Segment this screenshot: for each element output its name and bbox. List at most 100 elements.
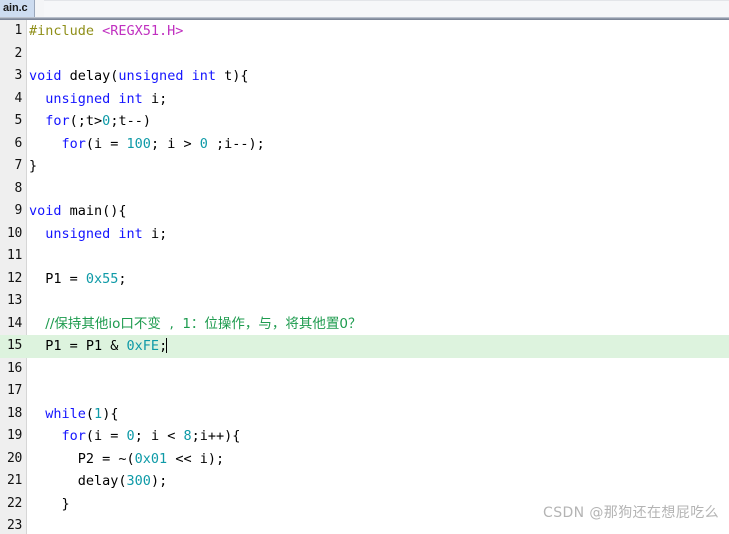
line-number: 14 bbox=[6, 315, 22, 331]
code-line[interactable]: 4 unsigned int i; bbox=[0, 88, 729, 111]
code-editor[interactable]: 1 #include <REGX51.H> 2 3 void delay(unsigne… bbox=[0, 20, 729, 534]
code-line[interactable]: 16 bbox=[0, 358, 729, 381]
code-token-num: 0x01 bbox=[134, 450, 168, 467]
csdn-watermark: CSDN @那狗还在想屁吃么 bbox=[543, 505, 719, 521]
line-source: //保持其他io口不变 , 1：位操作，与，将其他置0？ bbox=[29, 313, 362, 336]
code-token-plain: (i = bbox=[85, 428, 127, 444]
code-token-num: 0 bbox=[126, 428, 135, 444]
line-number: 19 bbox=[6, 428, 22, 443]
line-number: 12 bbox=[6, 270, 22, 286]
code-token-plain: ;i--); bbox=[207, 135, 265, 152]
code-token-plain: main(){ bbox=[69, 203, 127, 219]
line-source: for(;t>0;t--) bbox=[29, 110, 151, 133]
line-source: for(i = 0; i < 8;i++){ bbox=[29, 425, 241, 448]
code-line[interactable]: 9 void main(){ bbox=[0, 200, 729, 223]
line-source: void delay(unsigned int t){ bbox=[29, 65, 248, 88]
code-line[interactable]: 13 bbox=[0, 290, 729, 313]
code-line[interactable]: 21 delay(300); bbox=[0, 470, 729, 493]
line-source: unsigned int i; bbox=[29, 88, 167, 111]
code-token-plain: ;t--) bbox=[110, 113, 151, 129]
code-token-kw: unsigned int bbox=[118, 68, 225, 84]
code-token-plain: ; bbox=[118, 270, 127, 287]
line-number: 15 bbox=[6, 338, 22, 353]
line-number: 3 bbox=[14, 68, 22, 83]
code-token-num: 300 bbox=[126, 473, 151, 489]
code-token-num: 0 bbox=[199, 135, 208, 152]
code-line[interactable]: 12 P1 = 0x55; bbox=[0, 268, 729, 291]
line-number: 2 bbox=[14, 45, 22, 61]
line-number: 6 bbox=[14, 135, 22, 151]
line-number: 9 bbox=[14, 203, 22, 218]
line-number: 23 bbox=[6, 518, 22, 533]
code-token-plain: ; i > bbox=[150, 135, 200, 152]
code-line[interactable]: 14 //保持其他io口不变 , 1：位操作，与，将其他置0？ bbox=[0, 313, 729, 336]
code-line[interactable]: 11 bbox=[0, 245, 729, 268]
code-token-plain: ;i++){ bbox=[191, 428, 241, 444]
code-token-plain: (i = bbox=[85, 135, 127, 152]
line-source: unsigned int i; bbox=[29, 223, 167, 246]
code-token-inc: <REGX51.H> bbox=[102, 23, 184, 39]
editor-tab-bar: ain.c bbox=[0, 0, 729, 17]
code-token-kw: while bbox=[45, 405, 86, 422]
line-source: } bbox=[29, 493, 70, 516]
code-token-kw: void bbox=[29, 68, 70, 84]
line-number: 17 bbox=[6, 383, 22, 398]
code-line[interactable]: 7} bbox=[0, 155, 729, 178]
code-token-plain: << i); bbox=[167, 450, 225, 467]
line-source: for(i = 100; i > 0 ;i--); bbox=[29, 133, 265, 156]
line-number: 22 bbox=[6, 495, 22, 511]
code-token-kw: for bbox=[45, 113, 70, 129]
code-token-plain: P1 = P1 & bbox=[29, 338, 127, 354]
line-source: void main(){ bbox=[29, 200, 127, 223]
code-token-plain: delay( bbox=[29, 473, 127, 489]
code-line[interactable]: 19 for(i = 0; i < 8;i++){ bbox=[0, 425, 729, 448]
code-token-num: 0x55 bbox=[85, 270, 119, 287]
code-token-plain: t){ bbox=[224, 68, 249, 84]
code-token-plain: P1 = bbox=[29, 270, 86, 287]
line-source: P2 = ~(0x01 << i); bbox=[29, 448, 224, 471]
line-source: P1 = P1 & 0xFE; bbox=[29, 335, 168, 358]
code-token-plain: } bbox=[29, 158, 38, 174]
code-line[interactable]: 10 unsigned int i; bbox=[0, 223, 729, 246]
line-source: P1 = 0x55; bbox=[29, 268, 127, 291]
code-token-pp: #include bbox=[29, 23, 103, 39]
code-line[interactable]: 5 for(;t>0;t--) bbox=[0, 110, 729, 133]
code-token-num: 100 bbox=[126, 135, 151, 152]
line-number: 18 bbox=[6, 405, 22, 421]
code-token-cmt: //保持其他io口不变 , 1：位操作，与，将其他置0？ bbox=[45, 315, 362, 332]
code-token-num: 8 bbox=[183, 428, 192, 444]
code-token-plain: i; bbox=[150, 90, 168, 107]
code-token-num: 0xFE bbox=[126, 338, 160, 354]
line-number: 5 bbox=[14, 113, 22, 128]
code-token-plain: ){ bbox=[102, 405, 119, 422]
line-number: 8 bbox=[14, 180, 22, 196]
line-number: 20 bbox=[6, 450, 22, 466]
code-lines-container[interactable]: 1 #include <REGX51.H> 2 3 void delay(unsigne… bbox=[0, 20, 729, 534]
code-line[interactable]: 17 bbox=[0, 380, 729, 403]
code-token-kw: for bbox=[61, 135, 86, 152]
code-line[interactable]: 8 bbox=[0, 178, 729, 201]
line-number: 10 bbox=[6, 225, 22, 241]
code-token-plain: delay( bbox=[69, 68, 119, 84]
code-line[interactable]: 20 P2 = ~(0x01 << i); bbox=[0, 448, 729, 471]
text-cursor bbox=[166, 338, 168, 353]
code-token-plain: ; i < bbox=[134, 428, 184, 444]
code-line[interactable]: 15 P1 = P1 & 0xFE; bbox=[0, 335, 729, 358]
line-number: 21 bbox=[6, 473, 22, 488]
line-number: 16 bbox=[6, 360, 22, 376]
code-line[interactable]: 1 #include <REGX51.H> bbox=[0, 20, 729, 43]
code-line[interactable]: 18 while(1){ bbox=[0, 403, 729, 426]
code-line[interactable]: 2 bbox=[0, 43, 729, 66]
code-line[interactable]: 6 for(i = 100; i > 0 ;i--); bbox=[0, 133, 729, 156]
line-number: 13 bbox=[6, 293, 22, 308]
code-token-kw: unsigned int bbox=[45, 90, 151, 107]
tab-main-c[interactable]: ain.c bbox=[0, 0, 35, 17]
code-line[interactable]: 3 void delay(unsigned int t){ bbox=[0, 65, 729, 88]
line-source: } bbox=[29, 155, 37, 178]
